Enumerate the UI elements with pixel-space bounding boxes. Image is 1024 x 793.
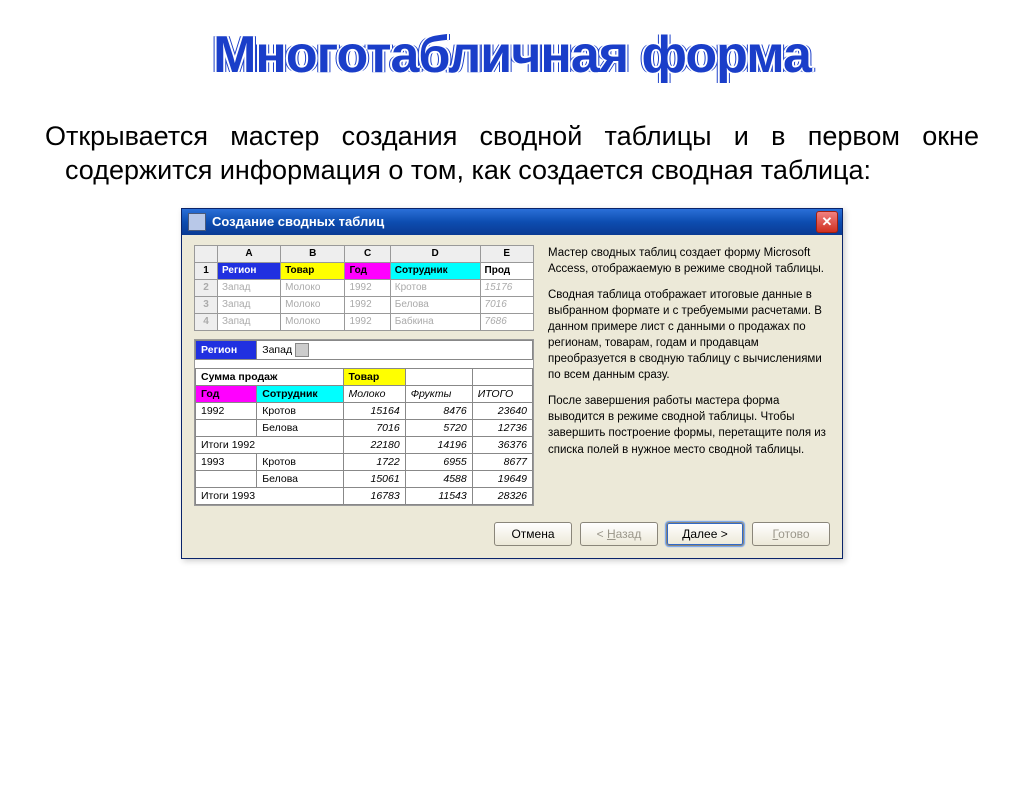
next-button[interactable]: Далее > (666, 522, 744, 546)
source-grid: A B C D E 1 Регион Товар Год Сотрудник П… (194, 245, 534, 331)
slide-description: Открывается мастер создания сводной табл… (45, 120, 979, 188)
finish-button[interactable]: Готово (752, 522, 830, 546)
dropdown-icon (295, 343, 309, 357)
wizard-para-1: Мастер сводных таблиц создает форму Micr… (548, 245, 830, 277)
titlebar: Создание сводных таблиц ✕ (182, 209, 842, 235)
wizard-text: Мастер сводных таблиц создает форму Micr… (548, 245, 830, 506)
wizard-para-3: После завершения работы мастера форма вы… (548, 393, 830, 457)
button-row: Отмена < Назад Далее > Готово (194, 522, 830, 546)
cancel-button[interactable]: Отмена (494, 522, 572, 546)
close-button[interactable]: ✕ (816, 211, 838, 233)
pivot-preview: Регион Запад Сумма продаж Товар Год Сотр… (194, 339, 534, 506)
slide-title: Многотабличная форма (0, 25, 1024, 85)
preview-pane: A B C D E 1 Регион Товар Год Сотрудник П… (194, 245, 534, 506)
dialog-title: Создание сводных таблиц (212, 214, 816, 229)
dialog-body: A B C D E 1 Регион Товар Год Сотрудник П… (182, 235, 842, 558)
back-button[interactable]: < Назад (580, 522, 658, 546)
form-icon (188, 213, 206, 231)
wizard-para-2: Сводная таблица отображает итоговые данн… (548, 287, 830, 384)
wizard-dialog: Создание сводных таблиц ✕ A B C D E 1 (181, 208, 843, 559)
